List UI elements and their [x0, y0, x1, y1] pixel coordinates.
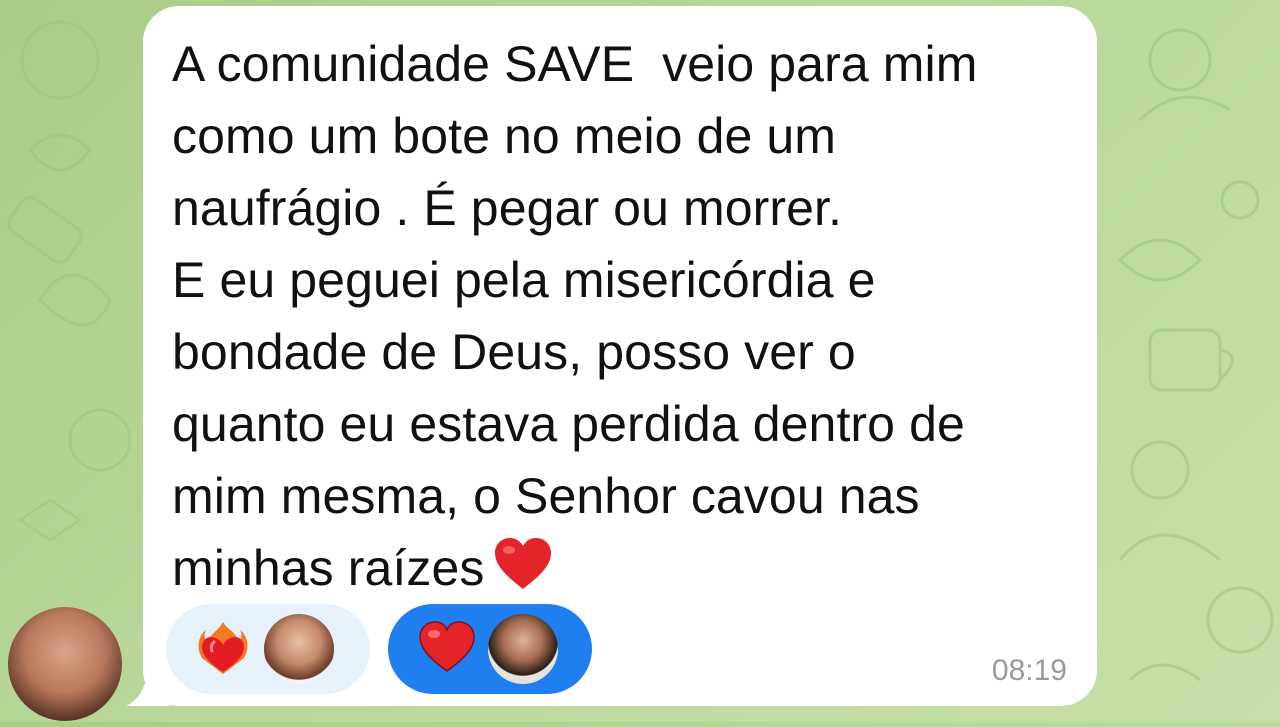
heart-emoji-icon — [493, 537, 553, 610]
message-bubble[interactable]: A comunidade SAVE veio para mim como um … — [143, 6, 1097, 706]
message-timestamp: 08:19 — [991, 654, 1067, 687]
reaction-red-heart[interactable] — [388, 604, 592, 694]
reaction-fire-heart[interactable] — [166, 604, 370, 694]
sender-avatar[interactable] — [8, 607, 122, 721]
reactor-avatar — [264, 614, 334, 684]
reactions-bar — [166, 604, 592, 694]
message-text: A comunidade SAVE veio para mim como um … — [172, 28, 1082, 610]
message-body: A comunidade SAVE veio para mim como um … — [172, 36, 978, 596]
red-heart-icon — [418, 620, 476, 678]
reactor-avatar — [488, 614, 558, 684]
fire-heart-icon — [194, 618, 252, 681]
